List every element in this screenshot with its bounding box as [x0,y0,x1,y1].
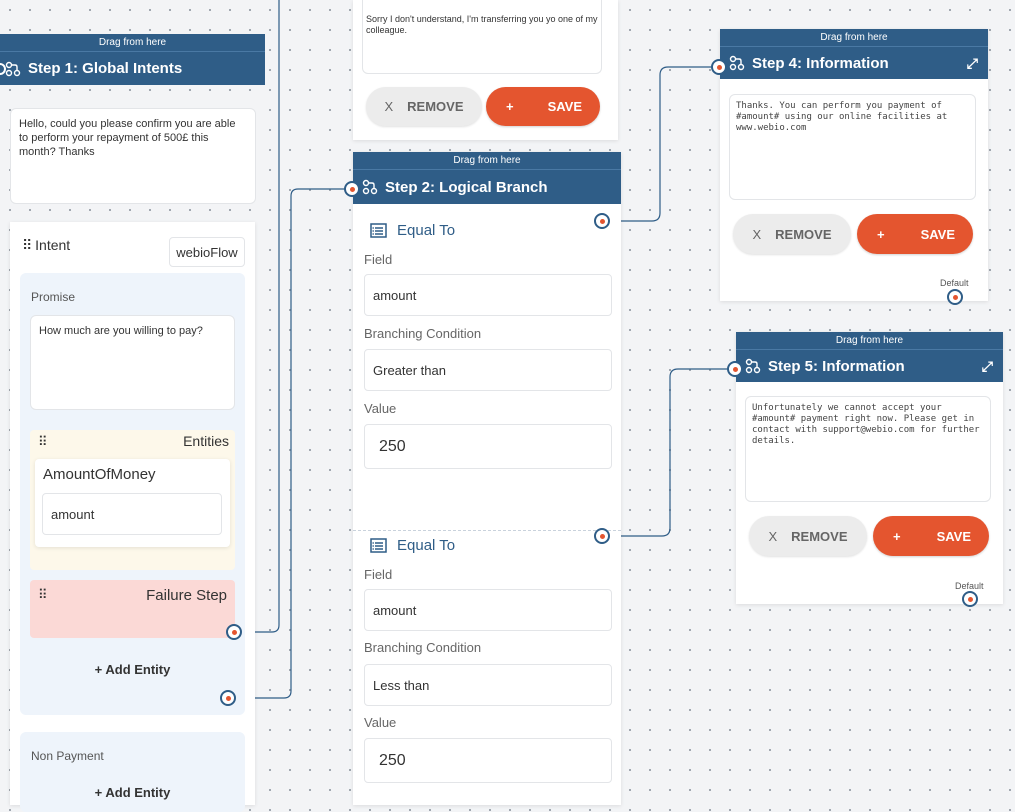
flow-icon [744,357,762,375]
condition2-output-port[interactable] [594,528,610,544]
drag-handle[interactable]: Drag from here [720,29,988,46]
add-entity-button[interactable]: + Add Entity [20,662,245,677]
promise-label: Promise [31,290,76,304]
plus-icon: + [877,226,885,242]
intent-label: Intent [35,237,71,253]
step2-input-port[interactable] [344,181,360,197]
value-input[interactable]: 250 [364,424,612,469]
failure-step-label: Failure Step [146,587,227,604]
flow-icon [728,54,746,72]
drag-handle[interactable]: Drag from here [736,332,1003,349]
entity-name: AmountOfMoney [43,466,156,483]
step4-default-port[interactable] [947,289,963,305]
flow-icon [4,60,22,78]
remove-button[interactable]: X REMOVE [733,214,851,254]
add-entity-button[interactable]: + Add Entity [20,785,245,800]
condition1-output-port[interactable] [594,213,610,229]
step2-header: Step 2: Logical Branch [353,169,621,204]
branching-condition-select[interactable]: Greater than [364,349,612,391]
step4-message[interactable]: Thanks. You can perform you payment of #… [729,94,976,200]
divider [353,530,621,531]
list-icon [370,223,387,238]
step5-input-port[interactable] [727,361,743,377]
field-input[interactable]: amount [364,274,612,316]
step2-header-block[interactable]: Drag from here Step 2: Logical Branch [353,152,621,204]
drag-handle[interactable]: Drag from here [0,34,265,51]
step1-message[interactable]: Hello, could you please confirm you are … [10,108,256,204]
close-icon: X [384,99,394,114]
condition-type[interactable]: Equal To [370,222,455,239]
step1-title: Step 1: Global Intents [28,60,183,77]
promise-question[interactable]: How much are you willing to pay? [30,315,235,410]
branching-condition-label: Branching Condition [364,326,482,341]
intent-heading: ⠿ Intent [22,237,70,254]
connector-step2-to-step4 [610,66,718,222]
branching-condition-select[interactable]: Less than [364,664,612,706]
step4-header: Step 4: Information ⤢ [720,46,988,79]
step5-message[interactable]: Unfortunately we cannot accept your #amo… [745,396,991,502]
step4-title: Step 4: Information [752,54,889,72]
save-button[interactable]: + SAVE [873,516,989,556]
non-payment-panel [20,732,245,812]
step2-title: Step 2: Logical Branch [385,178,548,196]
step5-title: Step 5: Information [768,357,905,375]
step4-header-block[interactable]: Drag from here Step 4: Information ⤢ [720,29,988,79]
condition-type[interactable]: Equal To [370,537,455,554]
step1-header: Step 1: Global Intents [0,51,265,85]
step5-header-block[interactable]: Drag from here Step 5: Information ⤢ [736,332,1003,382]
drag-grip-icon[interactable]: ⠿ [22,237,32,253]
default-label: Default [955,581,984,591]
field-label: Field [364,252,393,267]
remove-button[interactable]: X REMOVE [366,87,482,126]
value-label: Value [364,401,397,416]
expand-icon[interactable]: ⤢ [982,358,993,375]
save-button[interactable]: + SAVE [857,214,973,254]
entity-value-input[interactable]: amount [42,493,222,535]
remove-button[interactable]: X REMOVE [749,516,867,556]
intent-select[interactable]: webioFlow [169,237,245,267]
drag-grip-icon[interactable]: ⠿ [38,434,48,450]
failure-port[interactable] [226,624,242,640]
non-payment-label: Non Payment [31,749,104,763]
step4-input-port[interactable] [711,59,727,75]
list-icon [370,538,387,553]
close-icon: X [768,528,778,544]
expand-icon[interactable]: ⤢ [967,55,978,72]
default-label: Default [940,278,969,288]
field-label: Field [364,567,393,582]
drag-grip-icon[interactable]: ⠿ [38,587,48,603]
value-label: Value [364,715,397,730]
entities-label: Entities [183,433,229,449]
flow-icon [361,178,379,196]
close-icon: X [752,226,762,242]
plus-icon: + [893,528,901,544]
value-input[interactable]: 250 [364,738,612,783]
step5-default-port[interactable] [962,591,978,607]
step2-node [353,152,621,805]
connector-step2-to-step5 [610,368,734,537]
promise-port[interactable] [220,690,236,706]
drag-handle[interactable]: Drag from here [353,152,621,169]
plus-icon: + [506,99,514,114]
step1-node[interactable]: Drag from here Step 1: Global Intents [0,34,265,85]
step5-header: Step 5: Information ⤢ [736,349,1003,382]
field-input[interactable]: amount [364,589,612,631]
branching-condition-label: Branching Condition [364,640,482,655]
save-button[interactable]: + SAVE [486,87,600,126]
step-top-message[interactable]: Sorry I don't understand, I'm transferri… [362,0,602,74]
